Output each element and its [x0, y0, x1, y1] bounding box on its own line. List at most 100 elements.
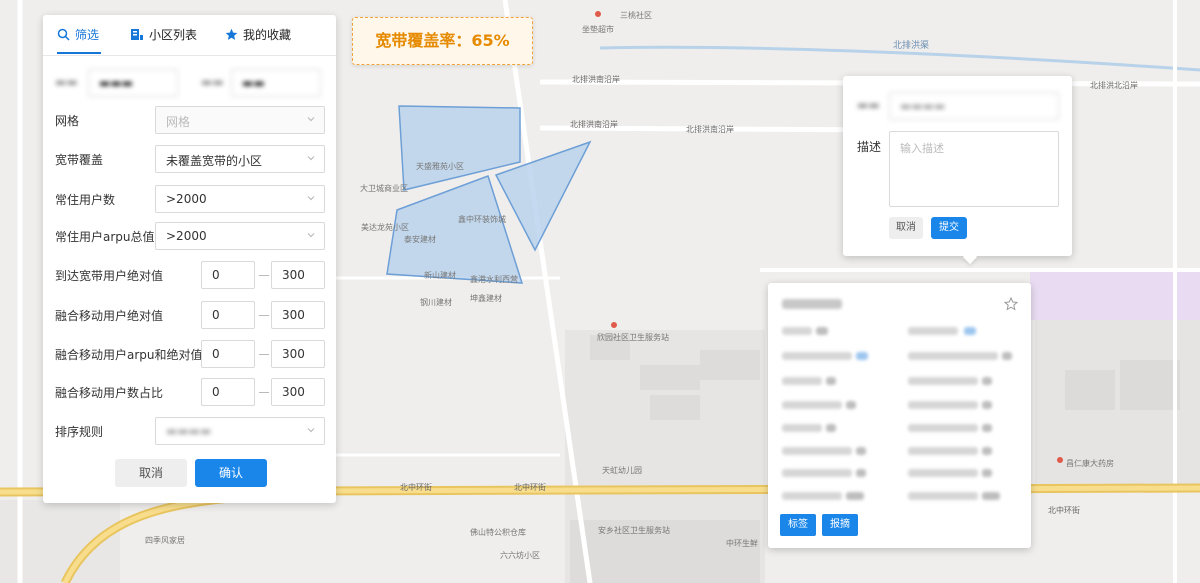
- popup-type-select[interactable]: ▬▬▬▬: [889, 92, 1059, 120]
- sort-select[interactable]: ▬▬▬▬: [155, 417, 325, 445]
- broadband-abs-label: 到达宽带用户绝对值: [55, 269, 164, 283]
- card-field-blurred: [782, 424, 822, 432]
- list-icon: [131, 29, 143, 40]
- mobile-ratio-label: 融合移动用户数占比: [55, 386, 164, 400]
- card-value-blurred: [982, 469, 992, 477]
- card-field-blurred: [782, 327, 812, 335]
- tab-filter[interactable]: 筛选: [57, 26, 99, 43]
- confirm-button[interactable]: 确认: [195, 459, 267, 487]
- card-field-blurred: [908, 377, 978, 385]
- active-tab-indicator: [57, 52, 101, 54]
- popup-submit-button[interactable]: 提交: [931, 217, 967, 239]
- card-value-blurred: [856, 352, 868, 360]
- broadband-abs-row: 到达宽带用户绝对值 0 300: [55, 261, 325, 289]
- star-icon: [225, 28, 238, 40]
- description-label: 描述: [857, 140, 882, 154]
- mobile-arpu-abs-min-input[interactable]: 0: [201, 340, 255, 368]
- mobile-abs-row: 融合移动用户绝对值 0 300: [55, 301, 325, 329]
- chevron-down-icon: [307, 428, 315, 433]
- card-value-blurred: [982, 447, 992, 455]
- card-field-blurred: [908, 447, 978, 455]
- mobile-arpu-abs-row: 融合移动用户arpu和绝对值 0 300: [55, 340, 325, 368]
- card-title-blurred: [782, 299, 842, 309]
- map-road-label: 北中环街: [514, 483, 546, 492]
- popup-cancel-button[interactable]: 取消: [889, 217, 923, 239]
- card-value-blurred: [982, 424, 992, 432]
- map-poi-label: 美达龙苑小区: [361, 223, 409, 232]
- map-poi-label: 鑫中环装饰城: [458, 215, 506, 224]
- card-value-blurred: [856, 447, 866, 455]
- grid-select[interactable]: 网格: [155, 106, 325, 134]
- card-value-blurred: [816, 327, 828, 335]
- tab-label: 小区列表: [149, 28, 198, 42]
- app-frame: 北排洪渠 北排洪南沿岸 北排洪南沿岸 北排洪南沿岸 北排洪北沿岸 北中环街 北中…: [0, 0, 1200, 583]
- map-poi-label: 新山建材: [424, 271, 456, 280]
- map-poi-label: 佛山特公积仓库: [470, 528, 526, 537]
- map-poi-label: 昌仁康大药房: [1066, 459, 1114, 468]
- map-poi-label: 天盛雅苑小区: [416, 162, 464, 171]
- map-poi-label: 坤鑫建材: [470, 294, 502, 303]
- map-poi-label: 六六坊小区: [500, 551, 540, 560]
- map-road-label: 北排洪南沿岸: [572, 75, 620, 84]
- broadband-abs-min-input[interactable]: 0: [201, 261, 255, 289]
- coverage-rate-badge: 宽带覆盖率：65%: [352, 17, 533, 65]
- county-label-blurred: ▬▬: [201, 75, 224, 89]
- mobile-ratio-max-input[interactable]: 300: [271, 378, 325, 406]
- tab-community-list[interactable]: 小区列表: [130, 26, 197, 43]
- card-field-blurred: [908, 469, 978, 477]
- map-poi-label: 坐垫超市: [582, 25, 614, 34]
- card-value-blurred: [826, 377, 836, 385]
- mobile-ratio-min-input[interactable]: 0: [201, 378, 255, 406]
- sort-row: 排序规则 ▬▬▬▬: [55, 417, 325, 445]
- map-poi-label: 钢川建材: [420, 298, 452, 307]
- card-value-blurred: [846, 401, 856, 409]
- range-separator: [259, 275, 269, 276]
- star-outline-icon[interactable]: [1004, 297, 1018, 311]
- broadband-select[interactable]: 未覆盖宽带的小区: [155, 145, 325, 173]
- map-poi-label: 中环生鲜: [726, 539, 758, 548]
- filter-panel: 筛选 小区列表 我的收藏 ▬▬ ▬▬▬ ▬▬ ▬▬ 网格 网格 宽带覆盖 未覆盖…: [43, 15, 336, 503]
- grid-label: 网格: [55, 114, 80, 128]
- cancel-button[interactable]: 取消: [115, 459, 187, 487]
- mobile-abs-min-input[interactable]: 0: [201, 301, 255, 329]
- card-value-blurred: [826, 424, 836, 432]
- resident-users-row: 常住用户数 >2000: [55, 185, 325, 213]
- report-button[interactable]: 报摘: [822, 514, 858, 536]
- map-road-label: 北排洪渠: [893, 41, 930, 51]
- map-poi-label: 大卫城商业区: [360, 184, 408, 193]
- mobile-ratio-row: 融合移动用户数占比 0 300: [55, 378, 325, 406]
- chevron-down-icon: [307, 196, 315, 201]
- description-textarea[interactable]: 输入描述: [889, 131, 1059, 207]
- chevron-down-icon: [307, 156, 315, 161]
- map-poi-label: 三桃社区: [620, 11, 652, 20]
- resident-users-select[interactable]: >2000: [155, 185, 325, 213]
- mobile-arpu-abs-label: 融合移动用户arpu和绝对值: [55, 348, 203, 362]
- tag-button[interactable]: 标签: [780, 514, 816, 536]
- card-value-blurred: [982, 377, 992, 385]
- map-poi-label: 天虹幼儿园: [602, 466, 642, 475]
- grid-row: 网格 网格: [55, 106, 325, 134]
- resident-arpu-row: 常住用户arpu总值 >2000: [55, 222, 325, 250]
- resident-arpu-label: 常住用户arpu总值: [55, 230, 155, 244]
- mobile-abs-max-input[interactable]: 300: [271, 301, 325, 329]
- map-road-label: 北排洪北沿岸: [1090, 81, 1138, 90]
- card-value-blurred: [1002, 352, 1012, 360]
- mobile-arpu-abs-max-input[interactable]: 300: [271, 340, 325, 368]
- resident-arpu-select[interactable]: >2000: [155, 222, 325, 250]
- map-road-label: 北排洪南沿岸: [570, 120, 618, 129]
- map-poi-label: 安乡社区卫生服务站: [598, 526, 670, 535]
- tab-favorites[interactable]: 我的收藏: [225, 26, 291, 43]
- county-select[interactable]: ▬▬: [231, 69, 321, 97]
- card-field-blurred: [782, 377, 822, 385]
- map-road-label: 北排洪南沿岸: [686, 125, 734, 134]
- range-separator: [259, 392, 269, 393]
- resident-users-label: 常住用户数: [55, 193, 116, 207]
- map-poi-label: 四季风家居: [145, 536, 185, 545]
- map-road-label: 北中环街: [400, 483, 432, 492]
- card-value-blurred: [856, 469, 866, 477]
- broadband-abs-max-input[interactable]: 300: [271, 261, 325, 289]
- card-value-blurred: [846, 492, 864, 500]
- city-select[interactable]: ▬▬▬: [88, 69, 178, 97]
- sort-value-blurred: ▬▬▬▬: [166, 424, 212, 438]
- description-popup: ▬▬ ▬▬▬▬ 描述 输入描述 取消 提交: [843, 76, 1072, 265]
